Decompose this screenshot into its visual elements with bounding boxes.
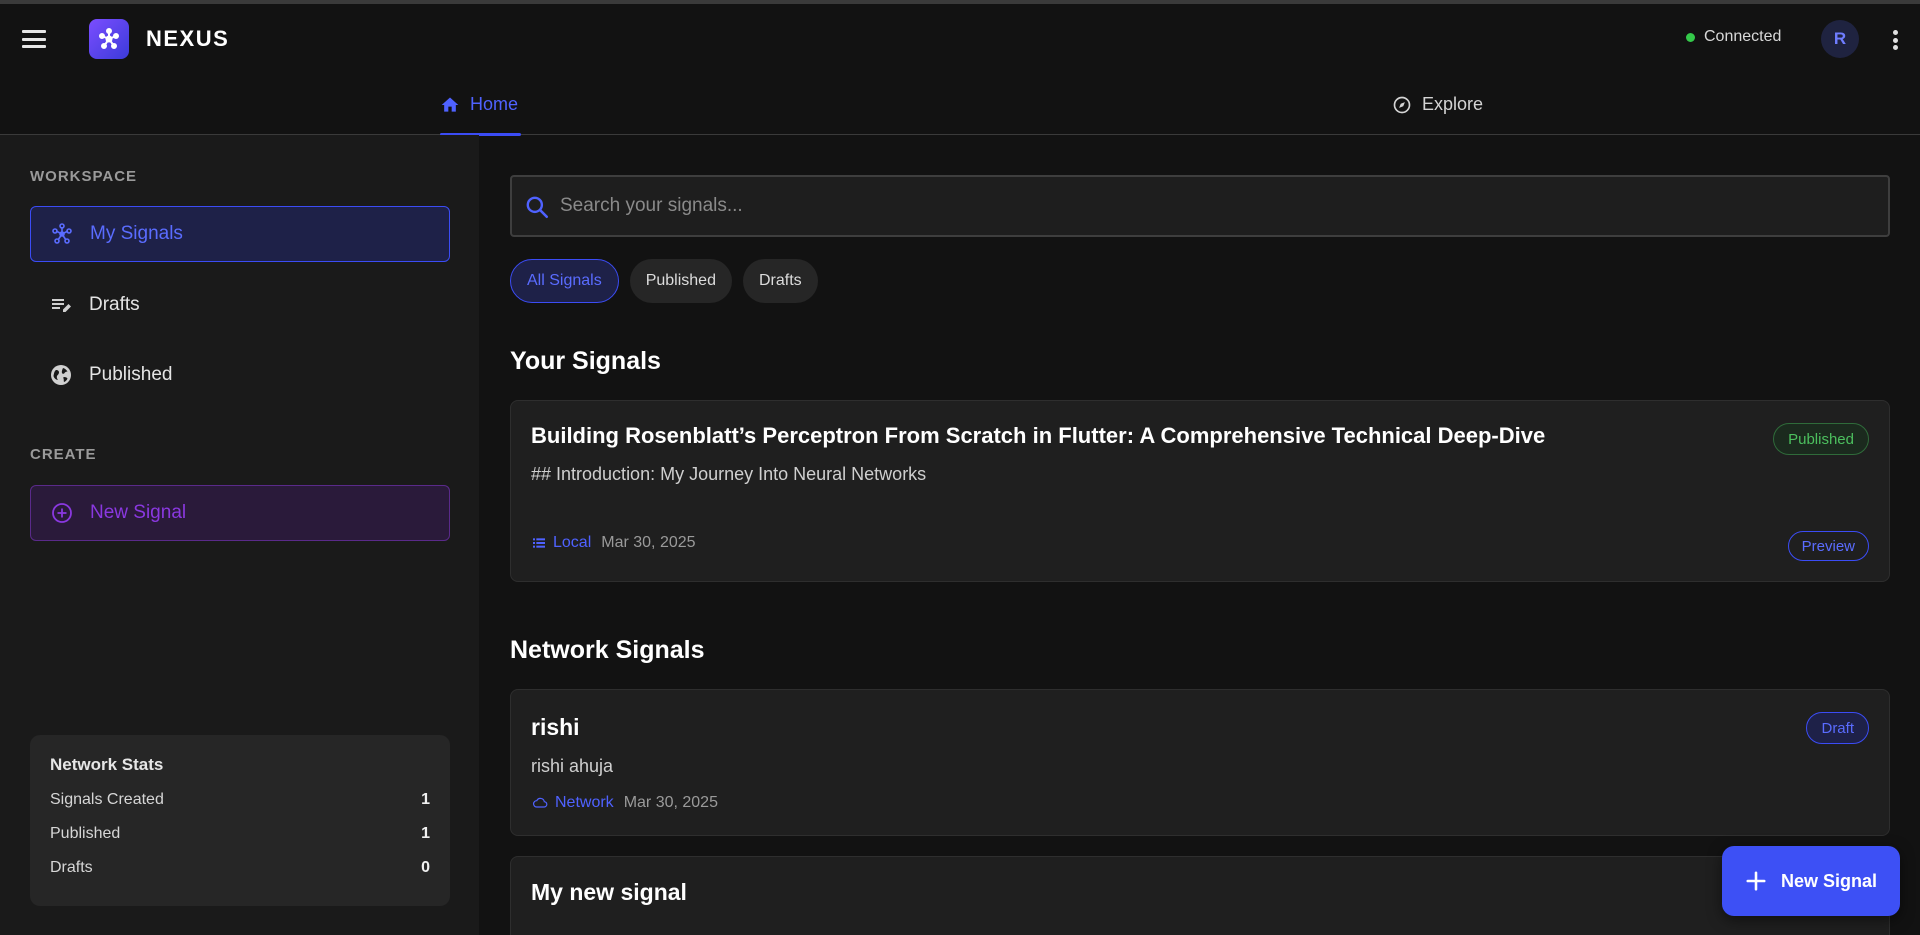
app-header: NEXUS Connected R (0, 4, 1920, 74)
your-signals-heading: Your Signals (510, 347, 661, 375)
signal-card-meta: Network Mar 30, 2025 (531, 794, 718, 812)
status-badge-published: Published (1773, 423, 1869, 455)
stat-label: Published (50, 825, 121, 842)
sidebar-item-label: Drafts (89, 294, 140, 315)
filter-all-signals[interactable]: All Signals (510, 259, 619, 303)
hamburger-menu-icon[interactable] (20, 27, 48, 51)
sidebar-new-signal-button[interactable]: New Signal (30, 485, 450, 541)
filter-published[interactable]: Published (629, 259, 732, 303)
search-bar (510, 175, 1890, 237)
tab-explore[interactable]: Explore (1392, 74, 1483, 135)
signal-date: Mar 30, 2025 (623, 794, 718, 811)
home-icon (441, 97, 459, 112)
sidebar: WORKSPACE My Signals Drafts Published CR… (0, 135, 479, 935)
signal-card-subtitle: rishi ahuja (531, 756, 614, 776)
stat-value: 0 (421, 859, 430, 876)
stat-row-signals-created: Signals Created 1 (50, 791, 430, 825)
cloud-icon (533, 797, 548, 808)
status-dot-icon (1686, 32, 1695, 42)
create-section-label: CREATE (30, 446, 97, 463)
signal-card-title: rishi (531, 714, 580, 740)
stat-label: Drafts (50, 859, 93, 876)
source-label: Local (553, 534, 592, 551)
list-icon (533, 538, 545, 548)
network-stats-panel: Network Stats Signals Created 1 Publishe… (30, 735, 450, 906)
tab-explore-label: Explore (1422, 94, 1484, 114)
compass-icon (1393, 96, 1411, 113)
sidebar-item-my-signals[interactable]: My Signals (30, 206, 450, 262)
stat-label: Signals Created (50, 791, 164, 808)
signal-card[interactable]: My new signal (510, 856, 1890, 935)
status-badge-draft: Draft (1806, 712, 1869, 744)
connection-status-label: Connected (1704, 28, 1782, 45)
network-signals-heading: Network Signals (510, 636, 705, 664)
preview-button[interactable]: Preview (1787, 531, 1869, 561)
sidebar-item-label: My Signals (90, 223, 183, 244)
search-input[interactable] (560, 195, 1860, 217)
signal-card-meta: Local Mar 30, 2025 (531, 534, 696, 552)
source-local: Local (531, 534, 591, 552)
main-tabs: Home Explore (0, 74, 1920, 136)
globe-icon (49, 363, 73, 387)
tab-home-label: Home (470, 94, 519, 114)
filter-chips: All Signals Published Drafts (510, 259, 818, 303)
more-options-icon[interactable] (1888, 28, 1902, 52)
search-icon (526, 196, 549, 219)
filter-drafts[interactable]: Drafts (742, 259, 818, 303)
source-network: Network (531, 794, 614, 812)
source-label: Network (555, 794, 614, 811)
signal-date: Mar 30, 2025 (601, 534, 696, 551)
stat-row-drafts: Drafts 0 (50, 859, 430, 893)
signal-card-subtitle: ## Introduction: My Journey Into Neural … (531, 464, 927, 484)
sidebar-item-label: Published (89, 364, 173, 385)
signal-card[interactable]: rishi Draft rishi ahuja Network Mar 30, … (510, 689, 1890, 836)
sidebar-item-published[interactable]: Published (30, 347, 450, 403)
stat-row-published: Published 1 (50, 825, 430, 859)
workspace-section-label: WORKSPACE (30, 168, 138, 185)
network-stats-title: Network Stats (50, 755, 164, 774)
signal-card[interactable]: Building Rosenblatt’s Perceptron From Sc… (510, 400, 1890, 582)
stat-value: 1 (421, 825, 430, 842)
main-content: All Signals Published Drafts Your Signal… (479, 135, 1920, 935)
fab-label: New Signal (1780, 870, 1878, 891)
nexus-logo-icon (89, 19, 129, 59)
connection-status: Connected (1686, 28, 1781, 46)
tab-home[interactable]: Home (440, 74, 521, 136)
stat-value: 1 (421, 791, 430, 808)
sidebar-item-drafts[interactable]: Drafts (30, 277, 450, 333)
brand-name: NEXUS (146, 26, 230, 51)
new-signal-fab-button[interactable]: New Signal (1722, 846, 1900, 916)
signal-card-title: Building Rosenblatt’s Perceptron From Sc… (531, 423, 1546, 448)
plus-icon (1746, 871, 1766, 891)
signal-card-title: My new signal (531, 879, 687, 905)
add-circle-icon (50, 501, 74, 525)
user-avatar[interactable]: R (1821, 20, 1859, 58)
edit-list-icon (49, 293, 73, 317)
sidebar-item-label: New Signal (90, 502, 187, 523)
network-icon (50, 222, 74, 246)
